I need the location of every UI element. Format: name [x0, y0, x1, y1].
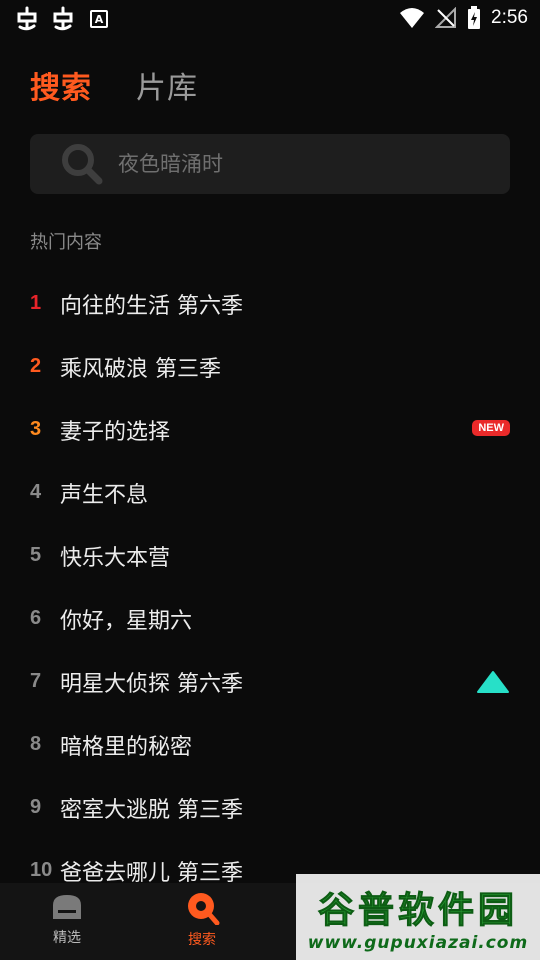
clock-time: 2:56	[491, 7, 528, 28]
nav-label: 搜索	[188, 932, 216, 948]
wifi-icon	[400, 8, 425, 28]
list-item[interactable]: 9 密室大逃脱 第三季	[0, 776, 540, 839]
list-item[interactable]: 5 快乐大本营	[0, 524, 540, 587]
item-title: 乘风破浪 第三季	[60, 356, 221, 382]
item-title: 你好，星期六	[60, 608, 193, 634]
list-item[interactable]: 7 明星大侦探 第六季	[0, 650, 540, 713]
tab-search[interactable]: 搜索	[30, 63, 92, 107]
item-title: 爸爸去哪儿 第三季	[60, 860, 243, 886]
item-title: 密室大逃脱 第三季	[60, 797, 243, 823]
rank-number: 6	[30, 607, 42, 629]
list-item[interactable]: 8 暗格里的秘密	[0, 713, 540, 776]
hot-list: 1 向往的生活 第六季 2 乘风破浪 第三季 3 妻子的选择 NEW 4 声生不…	[0, 272, 540, 902]
rank-number: 9	[30, 796, 42, 818]
search-icon	[62, 144, 103, 185]
rank-number: 2	[30, 355, 42, 377]
list-item[interactable]: 6 你好，星期六	[0, 587, 540, 650]
status-bar: A 2:56	[0, 0, 540, 38]
item-title: 暗格里的秘密	[60, 734, 193, 760]
watermark-title: 谷普软件园	[317, 890, 518, 932]
list-item[interactable]: 1 向往的生活 第六季	[0, 272, 540, 335]
list-item[interactable]: 2 乘风破浪 第三季	[0, 335, 540, 398]
no-signal-icon	[435, 7, 457, 28]
home-icon	[53, 895, 81, 919]
nav-item-featured[interactable]: 精选	[32, 891, 102, 947]
rank-number: 3	[30, 418, 42, 440]
app-notification-icon	[17, 6, 37, 31]
section-title-hot: 热门内容	[30, 232, 102, 253]
search-box[interactable]	[30, 134, 510, 194]
item-title: 明星大侦探 第六季	[60, 671, 243, 697]
watermark-logo: 谷普软件园 www.gupuxiazai.com	[296, 874, 540, 960]
item-title: 快乐大本营	[60, 545, 171, 571]
rank-number: 7	[30, 670, 42, 692]
rank-number: 4	[30, 481, 42, 503]
list-item[interactable]: 3 妻子的选择 NEW	[0, 398, 540, 461]
search-icon	[188, 893, 220, 925]
nav-label: 精选	[53, 930, 81, 946]
item-title: 声生不息	[60, 482, 149, 508]
app-notification-icon	[53, 6, 73, 31]
watermark-url: www.gupuxiazai.com	[307, 933, 529, 953]
notification-a-icon: A	[90, 10, 108, 28]
new-badge: NEW	[472, 420, 510, 436]
rank-number: 5	[30, 544, 42, 566]
rank-number: 8	[30, 733, 42, 755]
rank-number: 10	[30, 859, 53, 881]
trend-up-icon	[477, 671, 509, 693]
list-item[interactable]: 4 声生不息	[0, 461, 540, 524]
top-tabs: 搜索 片库	[30, 62, 198, 108]
tab-library[interactable]: 片库	[136, 63, 198, 107]
search-input[interactable]	[118, 152, 458, 176]
rank-number: 1	[30, 292, 42, 314]
item-title: 妻子的选择	[60, 419, 171, 445]
nav-item-search[interactable]: 搜索	[167, 891, 237, 949]
item-title: 向往的生活 第六季	[60, 293, 243, 319]
battery-charging-icon	[468, 6, 481, 29]
